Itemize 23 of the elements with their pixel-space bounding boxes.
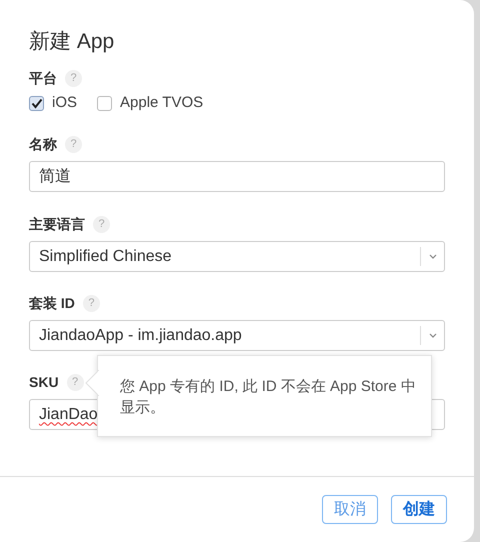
dropdown[interactable]: JiandaoApp - im.jiandao.app bbox=[29, 320, 445, 351]
field-label: 名称 bbox=[29, 134, 57, 154]
help-icon[interactable]: ? bbox=[65, 136, 82, 152]
cancel-button[interactable]: 取消 bbox=[322, 495, 378, 524]
chevron-down-icon bbox=[428, 333, 436, 338]
dropdown[interactable]: Simplified Chinese bbox=[29, 241, 445, 272]
checkbox-label: iOS bbox=[52, 92, 78, 113]
tooltip-text: 您 App 专有的 ID, 此 ID 不会在 App Store 中显示。 bbox=[120, 377, 417, 418]
dialog-title: 新建 App bbox=[29, 29, 114, 55]
help-icon[interactable]: ? bbox=[82, 294, 100, 312]
checkbox[interactable] bbox=[29, 96, 44, 110]
help-icon[interactable]: ? bbox=[93, 216, 110, 232]
checkbox[interactable] bbox=[97, 96, 112, 110]
field-label: 主要语言 bbox=[29, 214, 85, 234]
field-label: 平台 bbox=[29, 68, 57, 88]
field-label: SKU bbox=[29, 372, 59, 392]
help-icon[interactable]: ? bbox=[66, 374, 84, 390]
create-button[interactable]: 创建 bbox=[391, 495, 447, 524]
help-icon[interactable]: ? bbox=[65, 70, 82, 86]
chevron-down-icon bbox=[428, 254, 436, 259]
input-field[interactable]: 简道 bbox=[29, 161, 445, 192]
field-label: 套装 ID bbox=[29, 294, 75, 312]
checkbox-label: Apple TVOS bbox=[120, 92, 204, 113]
